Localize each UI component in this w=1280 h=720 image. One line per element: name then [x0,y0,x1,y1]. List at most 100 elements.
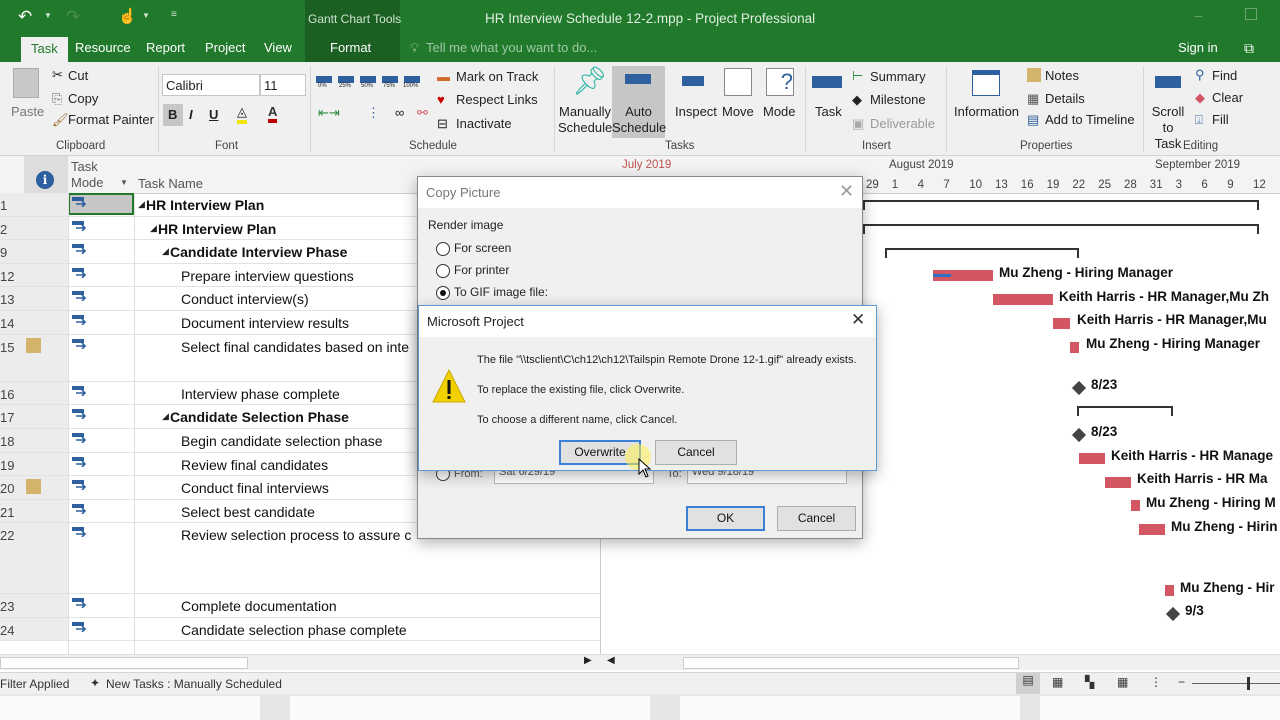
row-id[interactable]: 12 [0,263,68,287]
table-row[interactable]: 24 Candidate selection phase complete [0,617,600,642]
task-name[interactable]: Candidate selection phase complete [181,622,407,638]
collapse-icon[interactable]: ◢ [138,199,145,210]
resource-sheet-icon[interactable]: ▦ [1117,675,1128,689]
task-name[interactable]: Review final candidates [181,457,328,473]
redo-icon[interactable]: ↷ [66,7,80,27]
collapse-icon[interactable]: ◢ [162,246,169,257]
paste-icon[interactable] [13,68,39,98]
font-size-select[interactable]: 11 [260,74,306,96]
tell-me-input[interactable]: Tell me what you want to do... [426,40,597,55]
touch-dropdown-icon[interactable]: ▼ [142,11,150,20]
note-icon[interactable] [26,479,41,495]
percent-25-button[interactable] [338,76,354,83]
task-bar[interactable] [1070,342,1079,353]
find-button[interactable]: Find [1212,68,1237,83]
task-bar[interactable] [1079,453,1105,464]
copy-button[interactable]: Copy [68,91,98,106]
scroll-right-arrow[interactable]: ▶ [584,655,592,666]
percent-50-button[interactable] [360,76,376,83]
row-id[interactable]: 18 [0,429,68,452]
tab-view[interactable]: View [264,40,292,55]
add-to-timeline-button[interactable]: Add to Timeline [1045,112,1135,127]
task-name[interactable]: Prepare interview questions [181,268,354,284]
row-id[interactable]: 21 [0,499,68,523]
touch-mode-icon[interactable]: ☝ [118,7,137,25]
sign-in-link[interactable]: Sign in [1178,40,1218,55]
row-id[interactable]: 16 [0,381,68,405]
task-name[interactable]: Begin candidate selection phase [181,433,383,449]
bold-button[interactable]: B [163,104,183,126]
highlight-color-icon[interactable]: ◬ [237,104,247,124]
milestone-marker[interactable] [1165,606,1181,622]
task-name[interactable]: Select best candidate [181,504,315,520]
font-family-select[interactable]: Calibri [162,74,260,96]
respect-links-button[interactable]: Respect Links [456,92,538,107]
task-name[interactable]: Complete documentation [181,598,337,614]
link-icon[interactable]: ∞ [395,105,404,120]
collapse-icon[interactable]: ◢ [162,411,169,422]
row-id[interactable]: 24 [0,617,68,641]
row-id[interactable]: 22 [0,523,68,594]
move-button[interactable]: Move [722,104,754,119]
gantt-view-icon[interactable]: ▤ [1016,673,1040,695]
milestone-button[interactable]: Milestone [870,92,926,107]
deliverable-button[interactable]: Deliverable [870,116,935,131]
task-name[interactable]: Select final candidates based on inte [181,339,409,355]
task-bar[interactable] [993,294,1053,305]
close-icon[interactable]: ✕ [839,181,854,202]
summary-bar[interactable] [863,224,1259,234]
task-name[interactable]: HR Interview Plan [158,221,276,237]
task-bar[interactable] [1139,524,1165,535]
new-tasks-mode-button[interactable]: New Tasks : Manually Scheduled [106,677,282,691]
percent-100-button[interactable] [404,76,420,83]
task-bar[interactable] [933,270,993,281]
row-id[interactable]: 17 [0,405,68,428]
row-id[interactable]: 23 [0,594,68,617]
ribbon-display-icon[interactable]: ⧉ [1244,40,1254,57]
team-planner-icon[interactable]: ▚ [1085,675,1094,689]
summary-bar[interactable] [863,200,1259,210]
task-name[interactable]: Conduct interview(s) [181,291,309,307]
clear-button[interactable]: Clear [1212,90,1243,105]
tab-report[interactable]: Report [146,40,185,55]
row-id[interactable]: 9 [0,240,68,263]
task-name[interactable]: Review selection process to assure c [181,527,411,543]
outdent-indent-icons[interactable]: ⇤⇥ [318,105,340,121]
task-bar[interactable] [1131,500,1140,511]
note-icon[interactable] [26,337,41,353]
milestone-marker[interactable] [1071,427,1087,443]
undo-dropdown-icon[interactable]: ▼ [44,11,52,20]
task-bar[interactable] [1053,318,1070,329]
font-color-icon[interactable]: A [268,104,278,123]
percent-0-button[interactable] [316,76,332,83]
notes-button[interactable]: Notes [1045,68,1079,83]
milestone-marker[interactable] [1071,380,1087,396]
inactivate-button[interactable]: Inactivate [456,116,512,131]
task-name[interactable]: Conduct final interviews [181,480,329,496]
row-id[interactable]: 1 [0,193,68,216]
insert-task-button[interactable]: Task [815,104,842,119]
task-name[interactable]: HR Interview Plan [146,197,264,213]
unlink-icon[interactable]: ⚯ [417,105,428,121]
scroll-to-task-button[interactable]: Scroll to Task [1148,104,1188,152]
task-name[interactable]: Candidate Interview Phase [170,244,347,260]
cancel-button[interactable]: Cancel [777,506,856,531]
row-id[interactable]: 2 [0,216,68,240]
summary-bar[interactable] [1077,406,1173,416]
table-row[interactable]: 23 Complete documentation [0,594,600,618]
tab-format[interactable]: Format [330,40,371,55]
ok-button[interactable]: OK [686,506,765,531]
for-screen-radio[interactable]: For screen [436,241,511,256]
inspect-button[interactable]: Inspect [675,104,717,119]
gantt-scrollbar-thumb[interactable] [683,657,1019,669]
scroll-left-arrow[interactable]: ◀ [607,655,615,666]
task-name[interactable]: Document interview results [181,315,349,331]
information-button[interactable]: Information [954,104,1019,119]
format-painter-button[interactable]: Format Painter [68,112,154,127]
row-id[interactable]: 19 [0,452,68,476]
auto-schedule-button[interactable]: Auto Schedule [612,66,666,138]
alert-cancel-button[interactable]: Cancel [655,440,737,465]
task-name[interactable]: Interview phase complete [181,386,340,402]
task-bar[interactable] [1165,585,1174,596]
tab-project[interactable]: Project [205,40,245,55]
